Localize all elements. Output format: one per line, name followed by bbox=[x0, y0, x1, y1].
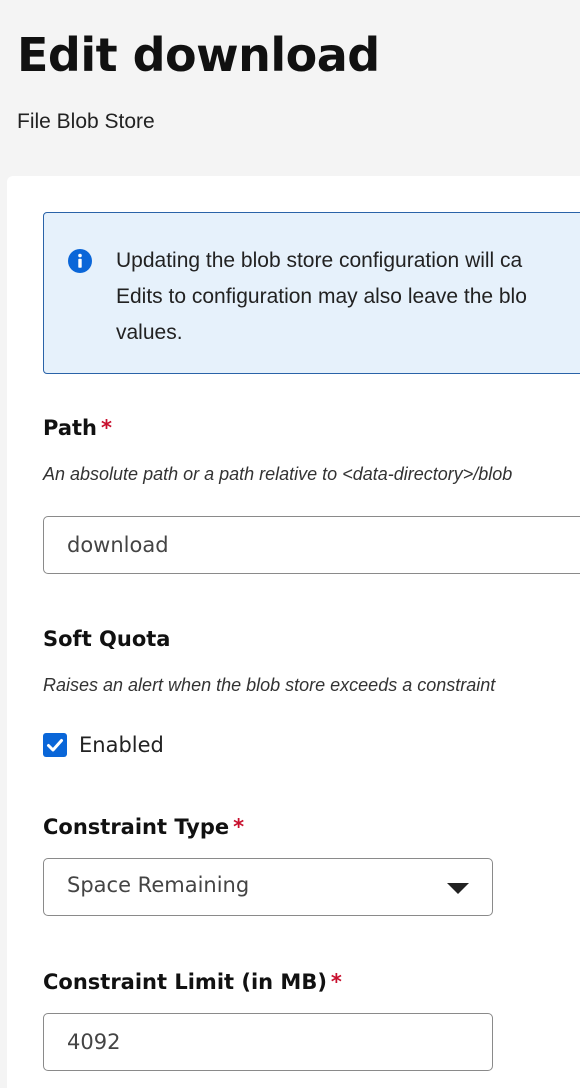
soft-quota-checkbox-row[interactable]: Enabled bbox=[43, 731, 164, 759]
checkmark-icon bbox=[47, 739, 63, 752]
page: Edit download File Blob Store Updating t… bbox=[0, 0, 580, 1088]
constraint-type-select[interactable]: Space Remaining bbox=[43, 858, 493, 916]
path-help-text: An absolute path or a path relative to <… bbox=[43, 464, 513, 484]
caret-down-icon bbox=[447, 883, 469, 894]
alert-line: Updating the blob store configuration wi… bbox=[116, 249, 523, 272]
info-icon bbox=[68, 249, 92, 273]
alert-message: Updating the blob store configuration wi… bbox=[116, 243, 580, 351]
info-alert: Updating the blob store configuration wi… bbox=[43, 212, 580, 374]
page-subtitle: File Blob Store bbox=[17, 110, 155, 133]
path-label-text: Path bbox=[43, 416, 97, 440]
soft-quota-label: Soft Quota bbox=[43, 627, 171, 651]
required-mark: * bbox=[233, 815, 245, 839]
constraint-limit-label: Constraint Limit (in MB) * bbox=[43, 970, 342, 994]
constraint-limit-input[interactable] bbox=[43, 1013, 493, 1071]
required-mark: * bbox=[101, 416, 112, 440]
alert-line: values. bbox=[116, 321, 183, 344]
soft-quota-checkbox[interactable] bbox=[43, 733, 67, 757]
soft-quota-checkbox-label[interactable]: Enabled bbox=[79, 733, 164, 757]
constraint-type-selected-value: Space Remaining bbox=[67, 873, 250, 897]
constraint-type-label: Constraint Type * bbox=[43, 815, 244, 839]
page-title: Edit download bbox=[17, 28, 380, 82]
required-mark: * bbox=[330, 970, 342, 994]
path-input[interactable] bbox=[43, 516, 580, 574]
constraint-type-label-text: Constraint Type bbox=[43, 815, 230, 839]
soft-quota-help-text: Raises an alert when the blob store exce… bbox=[43, 675, 496, 695]
alert-line: Edits to configuration may also leave th… bbox=[116, 285, 527, 308]
constraint-limit-label-text: Constraint Limit (in MB) bbox=[43, 970, 327, 994]
path-label: Path * bbox=[43, 416, 112, 440]
